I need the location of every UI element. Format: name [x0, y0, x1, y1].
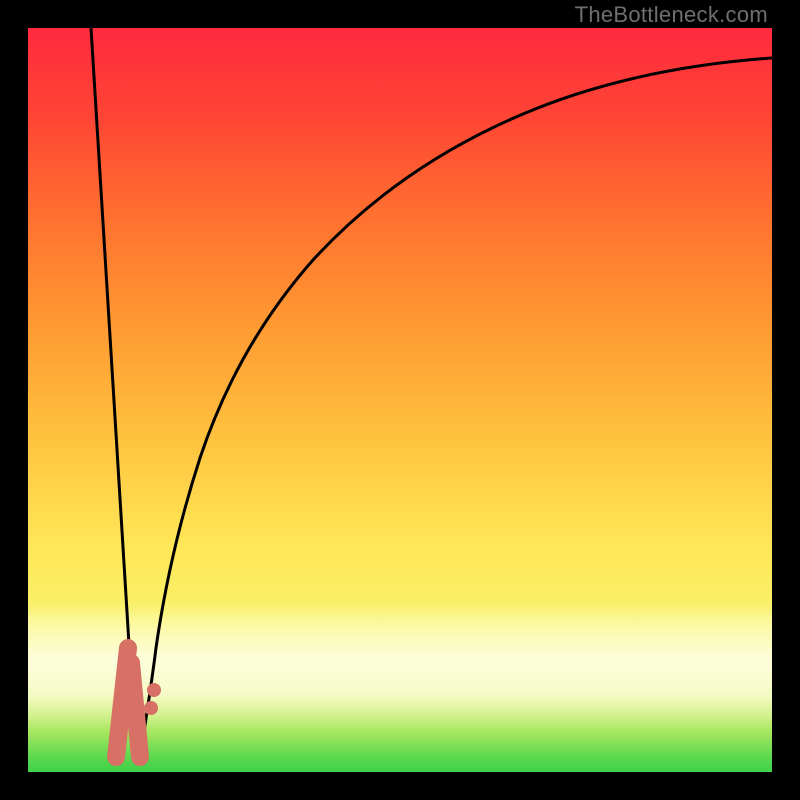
rising-log-curve	[140, 58, 772, 758]
curve-layer	[28, 28, 772, 772]
right-thick-salmon-bar	[131, 663, 140, 757]
chart-frame: TheBottleneck.com	[0, 0, 800, 800]
salmon-dot-lower	[144, 701, 158, 715]
plot-area	[28, 28, 772, 772]
watermark-text: TheBottleneck.com	[575, 2, 768, 28]
salmon-dot-upper	[147, 683, 161, 697]
curve-group	[91, 28, 772, 758]
